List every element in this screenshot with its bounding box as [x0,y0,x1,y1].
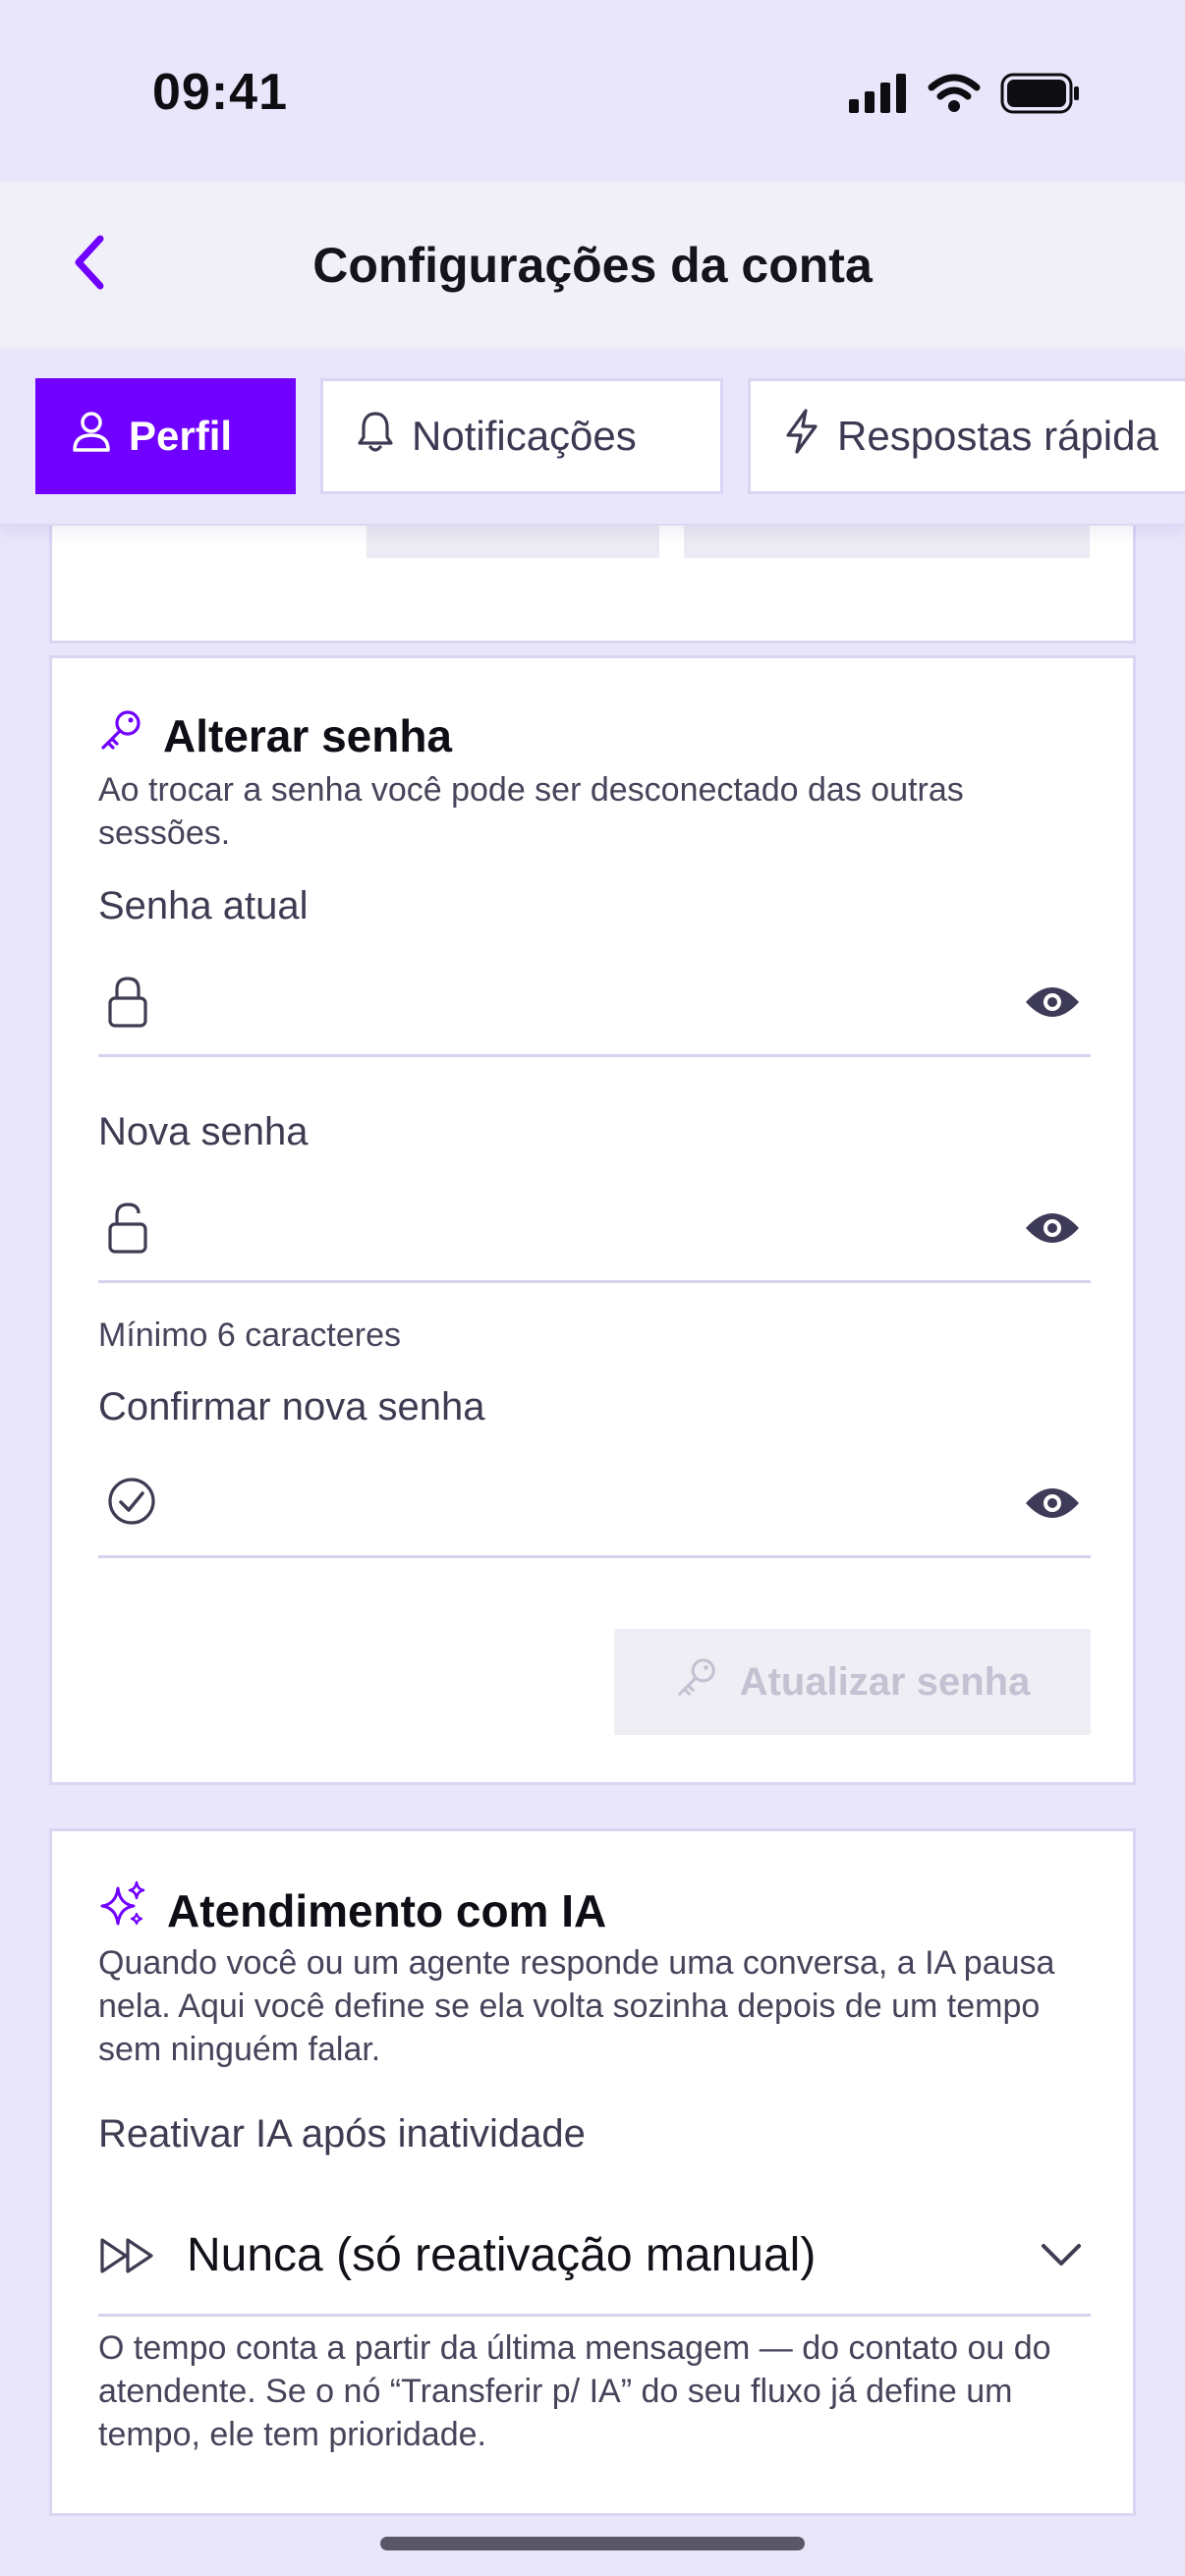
new-password-hint: Mínimo 6 caracteres [98,1316,401,1354]
tab-notificacoes[interactable]: Notificações [320,378,723,494]
eye-icon[interactable] [1024,1485,1081,1526]
profile-card [49,526,1136,644]
current-password-field[interactable] [98,943,1091,1057]
user-icon [72,411,111,462]
sparkles-icon [98,1880,147,1940]
lock-open-icon [106,1201,149,1260]
home-indicator [380,2537,805,2550]
bell-icon [357,410,394,463]
key-icon [98,707,143,763]
confirm-password-label: Confirmar nova senha [98,1385,485,1428]
tab-label: Notificações [412,413,637,459]
page-title: Configurações da conta [312,238,873,293]
new-password-field[interactable] [98,1169,1091,1283]
status-bar: 09:41 [0,0,1185,182]
tab-label: Respostas rápida [837,413,1158,459]
reactivate-select[interactable]: Nunca (só reativação manual) [98,2195,1091,2317]
tab-bar: Perfil Notificações Respostas rápida [0,349,1185,526]
current-password-label: Senha atual [98,884,309,927]
password-card: Alterar senha Ao trocar a senha você pod… [49,655,1136,1785]
fast-forward-icon [98,2236,157,2280]
cellular-signal-icon [849,74,908,118]
ai-card-title: Atendimento com IA [98,1880,606,1940]
status-time: 09:41 [152,64,288,121]
tab-perfil[interactable]: Perfil [35,378,296,494]
tab-respostas-rapidas[interactable]: Respostas rápida [748,378,1185,494]
navigation-bar: Configurações da conta [0,182,1185,349]
tab-label: Perfil [129,413,233,459]
key-icon [675,1655,718,1708]
button-label: Atualizar senha [739,1659,1031,1704]
lightning-icon [784,409,819,464]
eye-icon[interactable] [1024,984,1081,1025]
lock-icon [106,975,149,1035]
update-password-button[interactable]: Atualizar senha [614,1629,1091,1735]
eye-icon[interactable] [1024,1210,1081,1251]
ai-card: Atendimento com IA Quando você ou um age… [49,1828,1136,2516]
chevron-down-icon [1040,2240,1083,2274]
settings-content[interactable]: Alterar senha Ao trocar a senha você pod… [0,526,1185,2576]
password-card-description: Ao trocar a senha você pode ser desconec… [98,771,964,852]
wifi-icon [928,74,981,118]
reactivate-note: O tempo conta a partir da última mensage… [98,2329,1051,2453]
reactivate-label: Reativar IA após inatividade [98,2112,586,2156]
status-icons [849,73,1081,119]
password-card-title: Alterar senha [98,707,452,763]
battery-icon [1000,73,1081,119]
select-value: Nunca (só reativação manual) [187,2229,817,2281]
confirm-password-field[interactable] [98,1444,1091,1558]
title-text: Alterar senha [163,709,453,761]
title-text: Atendimento com IA [167,1884,607,1936]
ai-card-description: Quando você ou um agente responde uma co… [98,1944,1055,2068]
check-circle-icon [106,1476,157,1532]
profile-action-button[interactable] [367,526,659,558]
profile-action-button[interactable] [684,526,1090,558]
new-password-label: Nova senha [98,1110,309,1153]
